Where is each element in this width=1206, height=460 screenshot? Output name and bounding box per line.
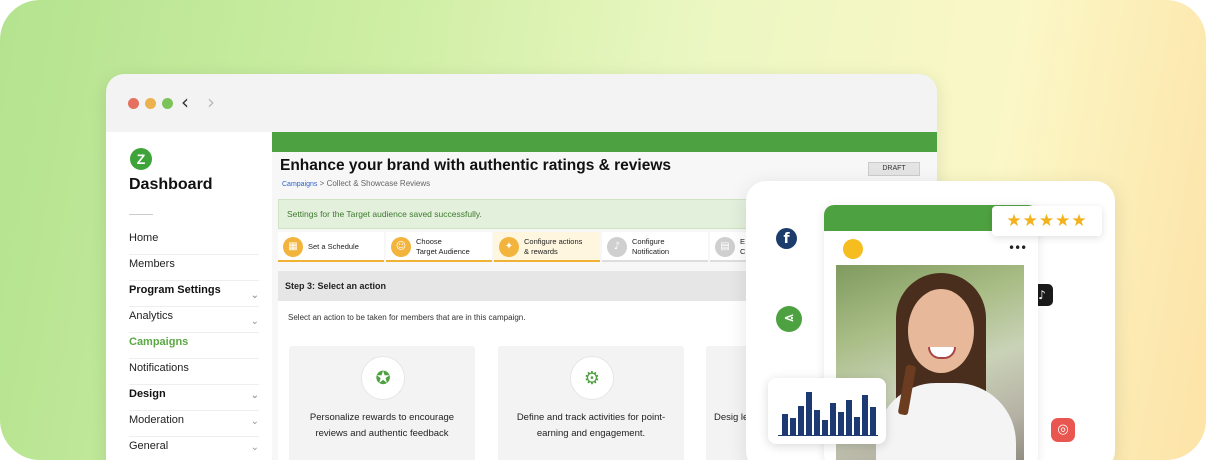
sidebar-item-general[interactable]: General ⌄ xyxy=(129,437,259,460)
sidebar: Z Dashboard Home Members Program Setting… xyxy=(106,132,272,460)
step-label: Configure Notification xyxy=(632,237,700,257)
card-text: Define and track activities for point-ea… xyxy=(516,412,666,439)
step-schedule[interactable]: ▦ Set a Schedule xyxy=(278,232,384,262)
star-rating: ★★★★★ xyxy=(992,206,1102,236)
chevron-left-icon[interactable]: ‹ xyxy=(181,90,189,114)
maximize-window-button[interactable] xyxy=(162,98,173,109)
chart-bar xyxy=(790,418,796,436)
step-label-line: Configure xyxy=(632,237,665,246)
sidebar-item-label: Program Settings xyxy=(129,284,221,296)
chart-bar xyxy=(814,410,820,436)
sidebar-divider xyxy=(129,214,153,215)
step-label-line: Set a Schedule xyxy=(308,242,359,251)
bar-chart-card xyxy=(768,378,886,444)
sidebar-item-label: Design xyxy=(129,388,166,400)
bell-icon: ♪ xyxy=(607,237,627,257)
sidebar-item-home[interactable]: Home xyxy=(129,229,259,255)
chart-bar xyxy=(830,403,836,436)
sidebar-item-label: Home xyxy=(129,232,159,244)
rewards-icon: ✪ xyxy=(361,356,405,400)
step-next[interactable]: ▤ E C xyxy=(710,232,748,262)
chevron-right-icon[interactable]: › xyxy=(207,90,215,114)
sidebar-item-label: Campaigns xyxy=(129,336,189,348)
step-label-line: Notification xyxy=(632,247,670,256)
chart-bar xyxy=(862,395,868,436)
step-label-line: Configure actions xyxy=(524,237,583,246)
chevron-down-icon: ⌄ xyxy=(250,316,259,327)
brand-logo: Z xyxy=(130,148,152,170)
step-label: Set a Schedule xyxy=(308,242,376,252)
sidebar-item-moderation[interactable]: Moderation ⌄ xyxy=(129,411,259,437)
chevron-down-icon: ⌄ xyxy=(250,290,259,301)
audience-icon: ☺ xyxy=(391,237,411,257)
sidebar-item-campaigns[interactable]: Campaigns xyxy=(129,333,259,359)
step-configure-actions[interactable]: ✦ Configure actions & rewards xyxy=(494,232,600,262)
sidebar-item-label: Analytics xyxy=(129,310,174,322)
facebook-icon: f xyxy=(776,228,797,249)
instagram-icon: ◎ xyxy=(1051,418,1075,442)
step-configure-notification[interactable]: ♪ Configure Notification xyxy=(602,232,708,262)
sidebar-item-program-settings[interactable]: Program Settings ⌄ xyxy=(129,281,259,307)
breadcrumb: Campaigns > Collect & Showcase Reviews xyxy=(282,179,430,188)
status-badge: DRAFT xyxy=(868,162,920,176)
sidebar-item-notifications[interactable]: Notifications xyxy=(129,359,259,385)
chart-bar xyxy=(822,420,828,436)
person-face xyxy=(908,289,974,373)
breadcrumb-current: Collect & Showcase Reviews xyxy=(326,179,431,188)
action-card-rewards[interactable]: ✪ Personalize rewards to encourage revie… xyxy=(289,346,475,460)
step-label: Choose Target Audience xyxy=(416,237,484,257)
section-description: Select an action to be taken for members… xyxy=(288,313,526,322)
action-card-activities[interactable]: ⚙ Define and track activities for point-… xyxy=(498,346,684,460)
breadcrumb-link-campaigns[interactable]: Campaigns xyxy=(282,181,317,188)
sidebar-title: Dashboard xyxy=(129,176,213,193)
social-showcase-panel: f ⋖ ♪ ◎ ••• ★★★★★ xyxy=(746,181,1115,460)
document-icon: ▤ xyxy=(715,237,735,257)
step-label: Configure actions & rewards xyxy=(524,237,592,257)
breadcrumb-separator: > xyxy=(319,179,325,188)
chart-bar xyxy=(782,414,788,436)
step-target-audience[interactable]: ☺ Choose Target Audience xyxy=(386,232,492,262)
chart-bar xyxy=(854,417,860,436)
calendar-icon: ▦ xyxy=(283,237,303,257)
sidebar-item-analytics[interactable]: Analytics ⌄ xyxy=(129,307,259,333)
campaign-stepper: ▦ Set a Schedule ☺ Choose Target Audienc… xyxy=(278,232,748,264)
chart-bar xyxy=(798,406,804,436)
share-icon: ⋖ xyxy=(776,306,802,332)
sidebar-item-label: Moderation xyxy=(129,414,185,426)
chevron-down-icon: ⌄ xyxy=(250,390,259,401)
action-selection: Select an action to be taken for members… xyxy=(278,301,778,460)
step-label-line: & rewards xyxy=(524,247,558,256)
avatar xyxy=(843,239,863,259)
minimize-window-button[interactable] xyxy=(145,98,156,109)
gift-icon: ✦ xyxy=(499,237,519,257)
activity-icon: ⚙ xyxy=(570,356,614,400)
success-alert: Settings for the Target audience saved s… xyxy=(278,199,778,229)
step-label-line: Target Audience xyxy=(416,247,470,256)
sidebar-item-design[interactable]: Design ⌄ xyxy=(129,385,259,411)
chart-bar xyxy=(846,400,852,436)
section-heading: Step 3: Select an action xyxy=(278,271,778,301)
top-bar xyxy=(272,132,937,152)
chevron-down-icon: ⌄ xyxy=(250,416,259,427)
chart-bar xyxy=(838,412,844,436)
sidebar-item-label: Notifications xyxy=(129,362,189,374)
close-window-button[interactable] xyxy=(128,98,139,109)
chart-bar xyxy=(806,392,812,436)
chevron-down-icon: ⌄ xyxy=(250,442,259,453)
step-label-line: Choose xyxy=(416,237,442,246)
window-titlebar: ‹ › xyxy=(106,74,937,132)
sidebar-item-members[interactable]: Members xyxy=(129,255,259,281)
sidebar-item-label: Members xyxy=(129,258,175,270)
card-text: Personalize rewards to encourage reviews… xyxy=(309,412,455,439)
more-options-icon[interactable]: ••• xyxy=(1008,241,1027,255)
chart-bar xyxy=(870,407,876,436)
page-title: Enhance your brand with authentic rating… xyxy=(280,157,672,174)
sidebar-item-label: General xyxy=(129,440,169,452)
